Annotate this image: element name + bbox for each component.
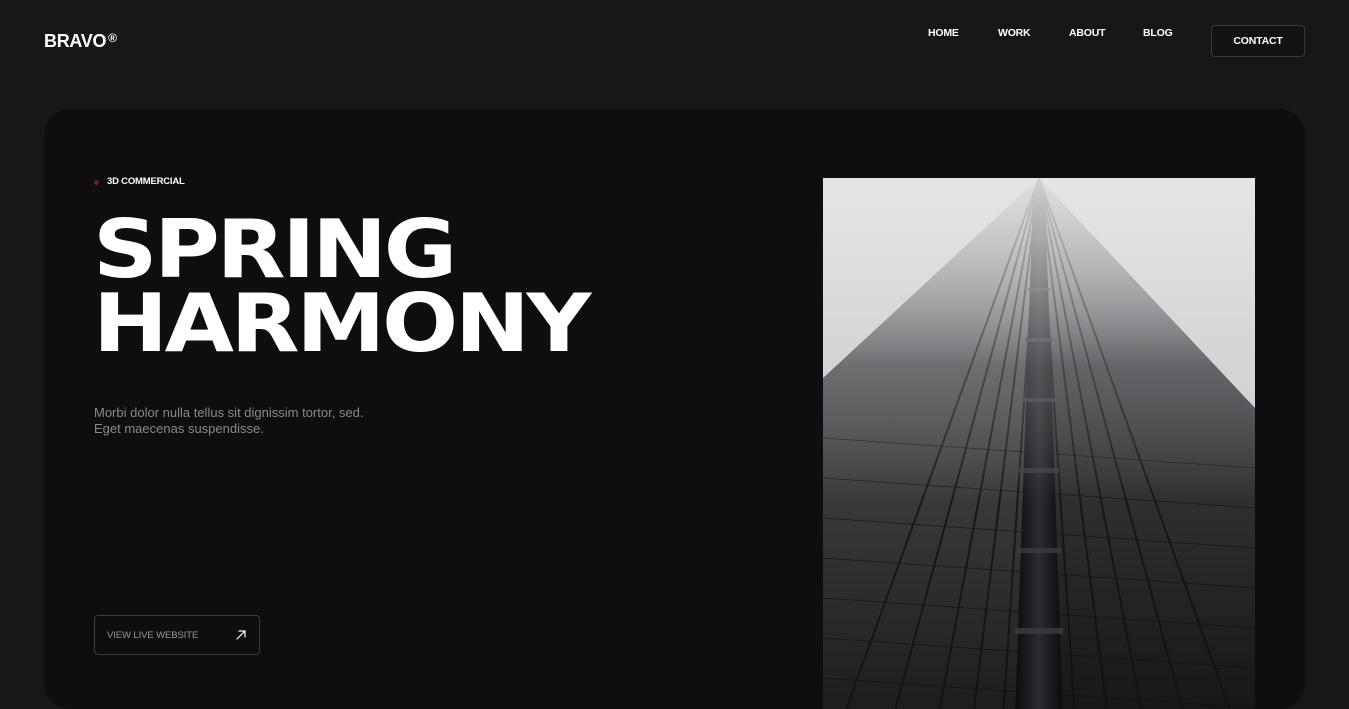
project-title: SPRING HARMONY — [93, 203, 591, 370]
category-tag: 3D COMMERCIAL — [94, 177, 185, 187]
description-line-2: Eget maecenas suspendisse. — [94, 421, 264, 436]
nav-blog-link[interactable]: BLOG — [1143, 27, 1173, 39]
site-header: BRAVO ® HOME WORK ABOUT BLOG CONTACT — [0, 0, 1349, 80]
nav-about-link[interactable]: ABOUT — [1069, 27, 1106, 39]
registered-mark: ® — [108, 31, 118, 45]
logo-text: BRAVO — [44, 31, 107, 51]
project-card: 3D COMMERCIAL SPRING HARMONY Morbi dolor… — [44, 109, 1305, 709]
contact-button[interactable]: CONTACT — [1211, 25, 1305, 57]
view-live-website-button[interactable]: VIEW LIVE WEBSITE — [94, 615, 260, 655]
view-live-website-label: VIEW LIVE WEBSITE — [107, 629, 199, 641]
project-description: Morbi dolor nulla tellus sit dignissim t… — [94, 405, 394, 437]
skyscraper-illustration — [823, 178, 1255, 709]
nav-work-link[interactable]: WORK — [998, 27, 1031, 39]
tag-label: 3D COMMERCIAL — [107, 176, 185, 187]
arrow-up-right-icon — [236, 630, 246, 640]
tag-dot — [94, 179, 99, 185]
skyscraper-photo — [823, 178, 1255, 709]
nav-home-link[interactable]: HOME — [928, 27, 959, 39]
logo[interactable]: BRAVO ® — [44, 31, 117, 51]
title-line-2: HARMONY — [93, 277, 591, 370]
description-line-1: Morbi dolor nulla tellus sit dignissim t… — [94, 405, 364, 420]
title-line-1: SPRING — [93, 203, 457, 296]
